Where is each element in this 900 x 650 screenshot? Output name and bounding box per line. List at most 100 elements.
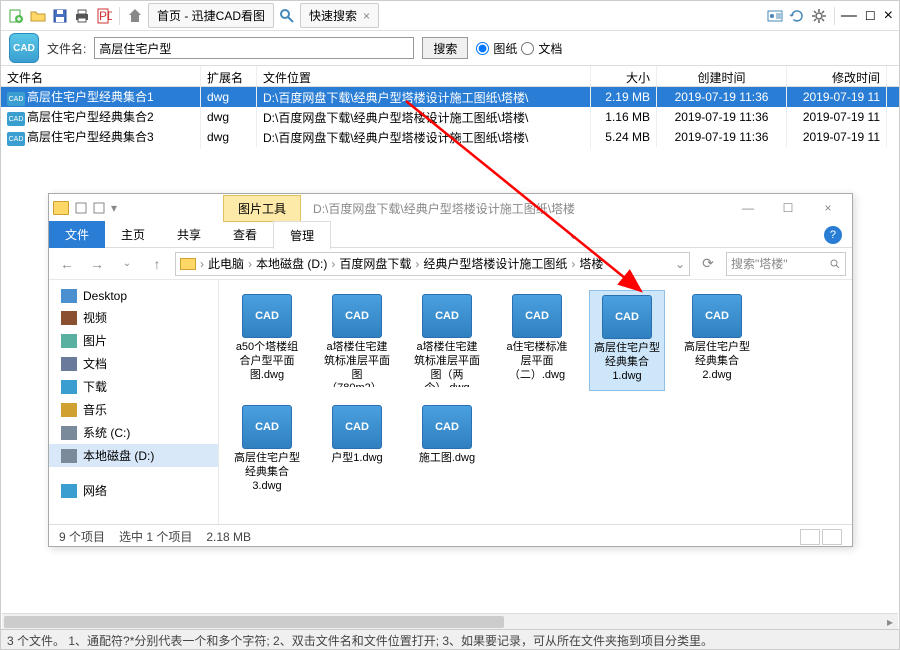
sidebar-label: Desktop (83, 289, 127, 303)
help-icon[interactable]: ? (824, 226, 842, 244)
open-folder-icon[interactable] (29, 7, 47, 25)
home-icon[interactable] (126, 7, 144, 25)
close-icon[interactable]: × (808, 196, 848, 220)
col-name[interactable]: 文件名 (1, 66, 201, 86)
view-details-icon[interactable] (800, 529, 820, 545)
sidebar-icon (61, 334, 77, 348)
ribbon-share[interactable]: 共享 (161, 221, 217, 248)
save-icon[interactable] (51, 7, 69, 25)
qat-icon[interactable] (75, 202, 87, 214)
refresh-icon[interactable] (788, 7, 806, 25)
sidebar-item[interactable]: Desktop (49, 286, 218, 306)
qat-icon[interactable] (93, 202, 105, 214)
status-bar: 3 个文件。 1、通配符?*分别代表一个和多个字符; 2、双击文件名和文件位置打… (1, 629, 899, 649)
col-created[interactable]: 创建时间 (657, 66, 787, 86)
qat-dropdown-icon[interactable]: ▾ (111, 201, 117, 215)
sidebar-item[interactable]: 图片 (49, 329, 218, 352)
sidebar-item[interactable]: 本地磁盘 (D:) (49, 444, 218, 467)
file-item[interactable]: CADa住宅楼标准层平面（二）.dwg (499, 290, 575, 391)
sidebar-label: 视频 (83, 309, 107, 326)
sidebar-item[interactable]: 网络 (49, 479, 218, 502)
up-icon[interactable]: ↑ (145, 252, 169, 276)
cad-file-icon: CAD (692, 294, 742, 338)
file-item[interactable]: CAD高层住宅户型经典集合1.dwg (589, 290, 665, 391)
search-icon[interactable] (278, 7, 296, 25)
explorer-sidebar: Desktop 视频图片文档下载音乐系统 (C:) 本地磁盘 (D:) 网络 (49, 280, 219, 524)
explorer-search[interactable]: 搜索"塔楼" (726, 252, 846, 276)
folder-icon (180, 258, 196, 270)
file-item[interactable]: CADa塔楼住宅建筑标准层平面图（780m2）.. (319, 290, 395, 391)
close-icon[interactable]: × (884, 7, 893, 25)
ribbon-file[interactable]: 文件 (49, 221, 105, 248)
sidebar-item[interactable]: 音乐 (49, 398, 218, 421)
view-icons-icon[interactable] (822, 529, 842, 545)
crumb-item[interactable]: 本地磁盘 (D:) (256, 255, 327, 272)
back-icon[interactable]: ← (55, 252, 79, 276)
app-icon: CAD (9, 33, 39, 63)
breadcrumb[interactable]: › 此电脑› 本地磁盘 (D:)› 百度网盘下载› 经典户型塔楼设计施工图纸› … (175, 252, 690, 276)
contextual-tab[interactable]: 图片工具 (223, 195, 301, 222)
minimize-icon[interactable]: — (841, 7, 857, 25)
recent-dropdown-icon[interactable]: ⌄ (115, 252, 139, 276)
file-item[interactable]: CADa塔楼住宅建筑标准层平面图（两个）.dwg (409, 290, 485, 391)
col-ext[interactable]: 扩展名 (201, 66, 257, 86)
filename-input[interactable] (94, 37, 414, 59)
sidebar-icon (61, 380, 77, 394)
file-item[interactable]: CAD户型1.dwg (319, 401, 395, 497)
sidebar-icon (61, 403, 77, 417)
new-file-icon[interactable] (7, 7, 25, 25)
col-size[interactable]: 大小 (591, 66, 657, 86)
radio-doc[interactable] (521, 42, 534, 55)
sidebar-item[interactable]: 下载 (49, 375, 218, 398)
ribbon-dropdown-icon[interactable]: ⌄ (569, 228, 579, 242)
ribbon-view[interactable]: 查看 (217, 221, 273, 248)
print-icon[interactable] (73, 7, 91, 25)
ribbon-home[interactable]: 主页 (105, 221, 161, 248)
home-tab[interactable]: 首页 - 迅捷CAD看图 (148, 3, 274, 28)
crumb-item[interactable]: 此电脑 (208, 255, 244, 272)
file-item[interactable]: CAD施工图.dwg (409, 401, 485, 497)
radio-drawing[interactable] (476, 42, 489, 55)
col-path[interactable]: 文件位置 (257, 66, 591, 86)
search-button[interactable]: 搜索 (422, 37, 468, 59)
explorer-titlebar[interactable]: ▾ 图片工具 D:\百度网盘下载\经典户型塔楼设计施工图纸\塔楼 — ☐ × (49, 194, 852, 222)
pdf-icon[interactable]: PDF (95, 7, 113, 25)
horizontal-scrollbar[interactable]: ▸ (2, 613, 898, 629)
minimize-icon[interactable]: — (728, 196, 768, 220)
file-name: 户型1.dwg (331, 452, 382, 466)
col-modified[interactable]: 修改时间 (787, 66, 887, 86)
refresh-icon[interactable]: ⟳ (696, 252, 720, 276)
close-tab-icon[interactable]: × (363, 9, 370, 23)
sidebar-label: 本地磁盘 (D:) (83, 447, 154, 464)
sidebar-item[interactable]: 文档 (49, 352, 218, 375)
scrollbar-thumb[interactable] (4, 616, 504, 628)
cad-file-icon: CAD (512, 294, 562, 338)
crumb-item[interactable]: 百度网盘下载 (339, 255, 411, 272)
scroll-right-icon[interactable]: ▸ (882, 615, 898, 629)
sidebar-label: 网络 (83, 482, 107, 499)
maximize-icon[interactable]: ☐ (768, 196, 808, 220)
sidebar-item[interactable]: 视频 (49, 306, 218, 329)
sidebar-item[interactable]: 系统 (C:) (49, 421, 218, 444)
gear-icon[interactable] (810, 7, 828, 25)
id-icon[interactable] (766, 7, 784, 25)
crumb-item[interactable]: 塔楼 (579, 255, 603, 272)
results-list: CAD高层住宅户型经典集合1dwgD:\百度网盘下载\经典户型塔楼设计施工图纸\… (1, 87, 899, 147)
crumb-item[interactable]: 经典户型塔楼设计施工图纸 (423, 255, 567, 272)
maximize-icon[interactable]: ☐ (865, 9, 876, 23)
search-tab[interactable]: 快速搜索× (300, 3, 379, 28)
explorer-file-pane[interactable]: CADa50个塔楼组合户型平面图.dwgCADa塔楼住宅建筑标准层平面图（780… (219, 280, 852, 524)
result-row[interactable]: CAD高层住宅户型经典集合3dwgD:\百度网盘下载\经典户型塔楼设计施工图纸\… (1, 127, 899, 147)
type-radio-group: 图纸 文档 (476, 40, 562, 57)
ribbon-manage[interactable]: 管理 (273, 221, 331, 249)
cad-file-icon: CAD (602, 295, 652, 339)
sidebar-label: 文档 (83, 355, 107, 372)
search-placeholder: 搜索"塔楼" (731, 255, 825, 272)
file-item[interactable]: CAD高层住宅户型经典集合2.dwg (679, 290, 755, 391)
file-item[interactable]: CAD高层住宅户型经典集合3.dwg (229, 401, 305, 497)
forward-icon[interactable]: → (85, 252, 109, 276)
sidebar-label: 图片 (83, 332, 107, 349)
file-item[interactable]: CADa50个塔楼组合户型平面图.dwg (229, 290, 305, 391)
svg-text:PDF: PDF (99, 9, 112, 23)
crumb-dropdown-icon[interactable]: ⌄ (675, 257, 685, 271)
